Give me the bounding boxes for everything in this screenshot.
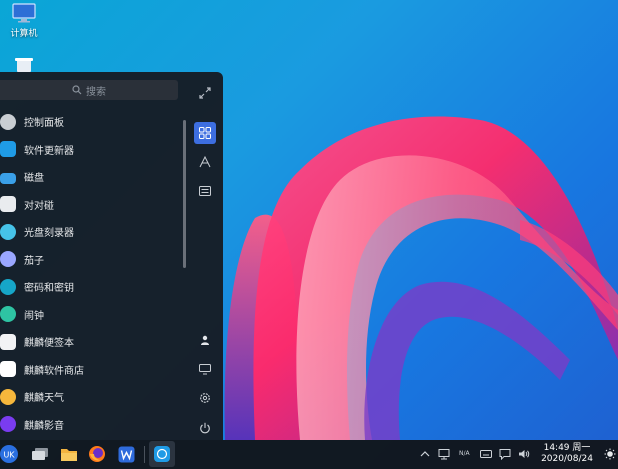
app-item-weather[interactable]: 麒麟天气 <box>0 383 180 411</box>
video-player-icon <box>0 416 16 433</box>
svg-text:UK: UK <box>3 451 15 460</box>
firefox-icon <box>89 446 105 462</box>
taskbar-separator <box>144 446 145 463</box>
app-label: 磁盘 <box>24 173 44 185</box>
search-placeholder: 搜索 <box>86 86 106 98</box>
app-label: 对对碰 <box>24 200 54 212</box>
cheese-camera-icon <box>0 251 16 268</box>
search-icon <box>72 85 82 95</box>
clock[interactable]: 14:49 周一 2020/08/24 <box>536 443 598 465</box>
start-button[interactable]: UK <box>0 443 20 465</box>
software-updater-taskbar-button[interactable] <box>149 441 175 467</box>
match-game-icon <box>0 196 16 213</box>
app-item-passwords[interactable]: 密码和密钥 <box>0 273 180 301</box>
app-item-cheese[interactable]: 茄子 <box>0 246 180 274</box>
app-label: 茄子 <box>24 255 44 267</box>
app-label: 控制面板 <box>24 118 64 130</box>
notification-icon[interactable] <box>499 448 511 460</box>
start-menu-logo-icon: UK <box>0 445 18 463</box>
app-label: 麒麟软件商店 <box>24 365 84 377</box>
app-item-disk[interactable]: 磁盘 <box>0 163 180 191</box>
app-label: 闹钟 <box>24 310 44 322</box>
category-icon <box>199 186 211 196</box>
file-manager-icon <box>61 448 77 461</box>
app-label: 麒麟影音 <box>24 420 64 432</box>
computer-icon <box>199 363 211 374</box>
clock-time-day: 14:49 周一 <box>543 443 591 453</box>
app-item-disc-burner[interactable]: 光盘刻录器 <box>0 218 180 246</box>
computer-icon <box>11 2 37 24</box>
app-item-software-store[interactable]: 麒麟软件商店 <box>0 356 180 384</box>
taskbar: UK N/A 14:49 周一 2020/08/24 <box>0 440 618 469</box>
category-button[interactable] <box>194 180 216 202</box>
software-store-icon <box>0 361 16 378</box>
settings-icon <box>200 393 210 403</box>
all-apps-button[interactable] <box>194 122 216 144</box>
power-icon <box>200 422 210 434</box>
software-updater-icon <box>0 141 16 158</box>
night-mode-icon[interactable] <box>604 448 616 460</box>
app-item-video-player[interactable]: 麒麟影音 <box>0 411 180 439</box>
app-item-match-game[interactable]: 对对碰 <box>0 191 180 219</box>
app-label: 软件更新器 <box>24 145 74 157</box>
disk-icon <box>0 172 16 184</box>
passwords-keys-icon <box>0 278 16 295</box>
tray-expand-icon[interactable] <box>419 448 431 460</box>
app-label: 麒麟便签本 <box>24 338 74 350</box>
app-item-alarm-clock[interactable]: 闹钟 <box>0 301 180 329</box>
input-method-indicator[interactable]: N/A <box>459 450 470 457</box>
settings-button[interactable] <box>194 387 216 409</box>
wps-writer-icon <box>118 446 134 462</box>
app-label: 密码和密钥 <box>24 283 74 295</box>
app-list: 控制面板 软件更新器 磁盘 对对碰 光盘刻录器 茄子 密码和密钥 闹钟 麒麟便签… <box>0 108 180 438</box>
power-button[interactable] <box>194 417 216 439</box>
alarm-clock-icon <box>0 306 16 323</box>
keyboard-icon[interactable] <box>480 448 492 460</box>
control-panel-icon <box>0 113 16 130</box>
network-icon[interactable] <box>438 448 450 460</box>
multitask-view-icon <box>32 448 48 460</box>
multitask-view-button[interactable] <box>29 443 51 465</box>
weather-icon <box>0 388 16 405</box>
all-apps-icon <box>199 127 211 139</box>
start-menu: 搜索 控制面板 软件更新器 磁盘 对对碰 光盘刻录器 茄子 密码和密钥 闹钟 麒… <box>0 72 223 440</box>
app-item-control-panel[interactable]: 控制面板 <box>0 108 180 136</box>
file-manager-button[interactable] <box>58 443 80 465</box>
disc-burner-icon <box>0 223 16 240</box>
wps-writer-button[interactable] <box>115 443 137 465</box>
user-icon <box>201 335 209 345</box>
letter-sort-button[interactable] <box>194 151 216 173</box>
software-updater-taskbar-icon <box>154 446 170 462</box>
expand-icon[interactable] <box>198 86 212 100</box>
computer-button[interactable] <box>194 358 216 380</box>
app-item-software-updater[interactable]: 软件更新器 <box>0 136 180 164</box>
app-label: 麒麟天气 <box>24 393 64 405</box>
letter-sort-icon <box>199 156 211 168</box>
search-input[interactable]: 搜索 <box>0 80 178 100</box>
app-label: 光盘刻录器 <box>24 228 74 240</box>
clock-date: 2020/08/24 <box>541 454 593 464</box>
notes-icon <box>0 333 16 350</box>
desktop-icon-computer[interactable]: 计算机 <box>0 2 48 39</box>
desktop-icon-label: 计算机 <box>10 29 38 39</box>
app-list-scrollbar[interactable] <box>183 120 186 268</box>
app-item-notes[interactable]: 麒麟便签本 <box>0 328 180 356</box>
firefox-button[interactable] <box>86 443 108 465</box>
volume-icon[interactable] <box>518 448 530 460</box>
user-button[interactable] <box>194 329 216 351</box>
